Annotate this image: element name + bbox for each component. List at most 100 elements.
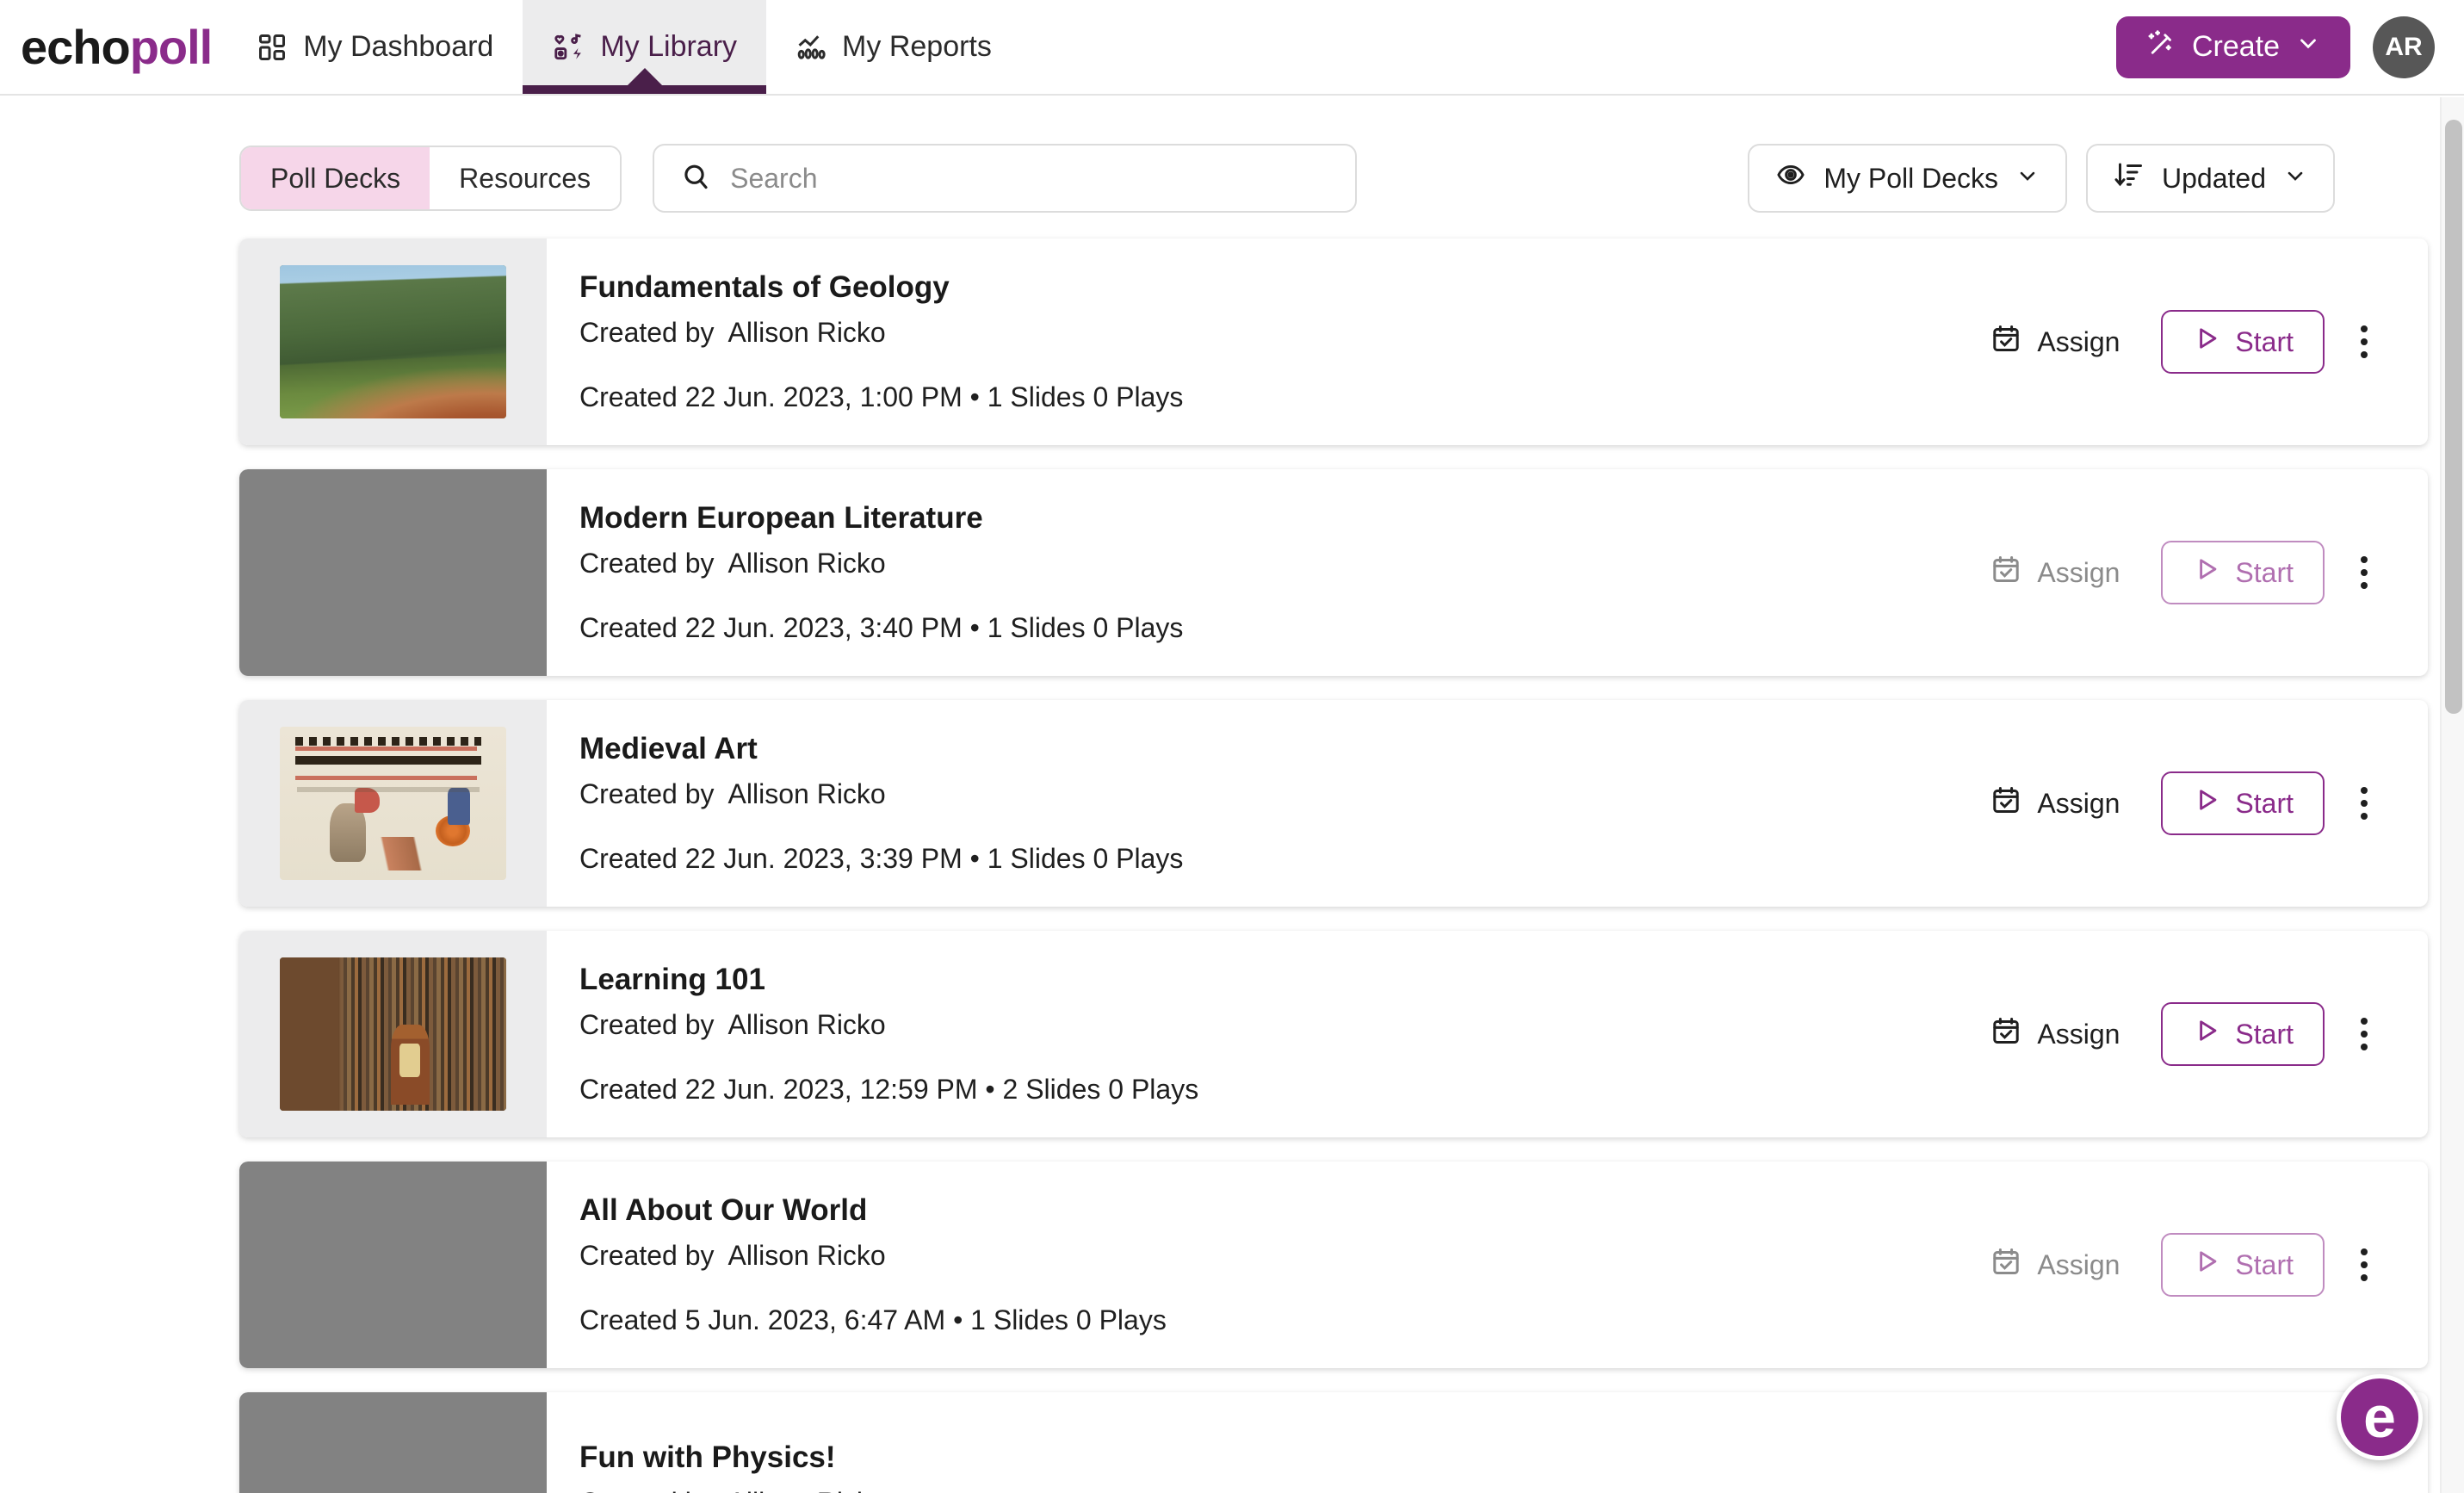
assign-button[interactable]: Assign	[1975, 776, 2135, 831]
dashboard-grid-icon	[257, 32, 288, 63]
start-button[interactable]: Start	[2161, 310, 2325, 374]
created-by-label: Created by	[579, 1487, 715, 1493]
assign-label: Assign	[2037, 787, 2120, 819]
start-label: Start	[2235, 787, 2294, 819]
poll-deck-card[interactable]: Modern European Literature Created by Al…	[239, 469, 2428, 676]
page: echo poll My Dashboard My Library My Rep…	[0, 0, 2464, 1493]
nav-tab-my-library[interactable]: My Library	[523, 0, 767, 94]
assign-button[interactable]: Assign	[1975, 545, 2135, 600]
assign-button[interactable]: Assign	[1975, 1237, 2135, 1292]
card-text-block: Fundamentals of Geology Created by Allis…	[579, 270, 1975, 413]
start-label: Start	[2235, 325, 2294, 357]
library-toolbar: Poll Decks Resources My Poll Decks	[0, 96, 2464, 221]
echopoll-help-fab[interactable]: e	[2337, 1374, 2423, 1460]
deck-meta: Created 22 Jun. 2023, 3:40 PM • 1 Slides…	[579, 612, 1184, 643]
deck-thumbnail-placeholder	[239, 1392, 547, 1493]
create-button[interactable]: Create	[2115, 15, 2350, 78]
created-by-label: Created by	[579, 548, 715, 579]
tab-poll-decks[interactable]: Poll Decks	[241, 147, 430, 209]
start-button[interactable]: Start	[2161, 1002, 2325, 1066]
chevron-down-icon	[2015, 163, 2040, 195]
card-body: Medieval Art Created by Allison Ricko Cr…	[547, 700, 2428, 907]
scrollbar-thumb[interactable]	[2445, 120, 2462, 714]
active-tab-caret-icon	[625, 68, 664, 87]
start-label: Start	[2235, 1018, 2294, 1050]
more-options-button[interactable]	[2349, 315, 2380, 369]
author-name: Allison Ricko	[727, 1009, 886, 1040]
deck-meta: Created 22 Jun. 2023, 1:00 PM • 1 Slides…	[579, 381, 1184, 412]
card-body: Learning 101 Created by Allison Ricko Cr…	[547, 931, 2428, 1137]
calendar-check-icon	[1990, 1246, 2021, 1284]
deck-title: All About Our World	[579, 1193, 868, 1227]
start-label: Start	[2235, 556, 2294, 588]
card-thumbnail-container	[239, 239, 547, 445]
deck-title: Learning 101	[579, 963, 765, 996]
nav-right-actions: Create AR	[2115, 0, 2464, 94]
nav-tab-label: My Library	[600, 30, 738, 63]
nav-tab-my-dashboard[interactable]: My Dashboard	[227, 0, 523, 94]
deck-author: Created by Allison Ricko	[579, 1487, 2428, 1493]
start-label: Start	[2235, 1248, 2294, 1280]
create-button-label: Create	[2191, 30, 2280, 63]
poll-deck-card[interactable]: Fun with Physics! Created by Allison Ric…	[239, 1392, 2428, 1493]
start-button[interactable]: Start	[2161, 541, 2325, 604]
sort-descending-icon	[2114, 159, 2145, 197]
assign-label: Assign	[2037, 556, 2120, 588]
card-text-block: Medieval Art Created by Allison Ricko Cr…	[579, 732, 1975, 875]
poll-deck-card[interactable]: Learning 101 Created by Allison Ricko Cr…	[239, 931, 2428, 1137]
play-icon	[2192, 324, 2221, 360]
more-options-button[interactable]	[2349, 777, 2380, 830]
page-scrollbar[interactable]	[2440, 97, 2464, 1493]
card-actions: Assign Start	[1975, 310, 2428, 374]
assign-button[interactable]: Assign	[1975, 314, 2135, 369]
deck-author: Created by Allison Ricko	[579, 778, 1975, 810]
search-box[interactable]	[653, 144, 1358, 213]
fab-label: e	[2363, 1385, 2396, 1450]
nav-tab-my-reports[interactable]: My Reports	[766, 0, 1021, 94]
calendar-check-icon	[1990, 1015, 2021, 1053]
search-icon	[680, 161, 711, 196]
echopoll-logo[interactable]: echo poll	[21, 0, 227, 94]
tab-resources[interactable]: Resources	[430, 147, 621, 209]
card-text-block: All About Our World Created by Allison R…	[579, 1193, 1975, 1336]
card-actions: Assign Start	[1975, 771, 2428, 835]
card-thumbnail-container	[239, 469, 547, 676]
avatar[interactable]: AR	[2373, 15, 2435, 78]
top-navigation-bar: echo poll My Dashboard My Library My Rep…	[0, 0, 2464, 96]
card-thumbnail-container	[239, 931, 547, 1137]
play-icon	[2192, 1247, 2221, 1283]
start-button[interactable]: Start	[2161, 1233, 2325, 1297]
created-by-label: Created by	[579, 317, 715, 348]
more-options-button[interactable]	[2349, 1238, 2380, 1292]
more-options-button[interactable]	[2349, 546, 2380, 599]
play-icon	[2192, 1016, 2221, 1052]
poll-deck-card[interactable]: Medieval Art Created by Allison Ricko Cr…	[239, 700, 2428, 907]
deck-thumbnail-image	[280, 957, 506, 1111]
poll-decks-filter-dropdown[interactable]: My Poll Decks	[1748, 144, 2068, 213]
sort-label: Updated	[2162, 162, 2266, 194]
start-button[interactable]: Start	[2161, 771, 2325, 835]
assign-label: Assign	[2037, 1248, 2120, 1280]
card-text-block: Modern European Literature Created by Al…	[579, 501, 1975, 644]
deck-thumbnail-image	[280, 727, 506, 880]
deck-author: Created by Allison Ricko	[579, 1009, 1975, 1041]
author-name: Allison Ricko	[727, 317, 886, 348]
calendar-check-icon	[1990, 554, 2021, 592]
logo-poll-text: poll	[129, 20, 214, 74]
author-name: Allison Ricko	[727, 548, 886, 579]
card-body: All About Our World Created by Allison R…	[547, 1162, 2428, 1368]
deck-meta: Created 5 Jun. 2023, 6:47 AM • 1 Slides …	[579, 1304, 1167, 1335]
eye-icon	[1775, 159, 1806, 197]
search-input[interactable]	[730, 162, 1330, 195]
sort-dropdown[interactable]: Updated	[2086, 144, 2335, 213]
deck-thumbnail-placeholder	[239, 1162, 547, 1368]
more-options-button[interactable]	[2349, 1007, 2380, 1061]
deck-meta: Created 22 Jun. 2023, 12:59 PM • 2 Slide…	[579, 1074, 1199, 1105]
card-thumbnail-container	[239, 1162, 547, 1368]
calendar-check-icon	[1990, 784, 2021, 822]
assign-button[interactable]: Assign	[1975, 1007, 2135, 1062]
library-icon	[552, 31, 585, 64]
poll-deck-card[interactable]: Fundamentals of Geology Created by Allis…	[239, 239, 2428, 445]
play-icon	[2192, 554, 2221, 591]
poll-deck-card[interactable]: All About Our World Created by Allison R…	[239, 1162, 2428, 1368]
